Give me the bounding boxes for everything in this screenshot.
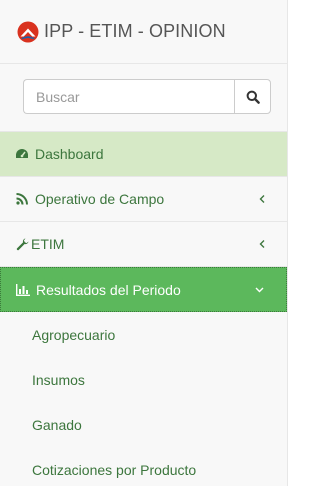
chevron-down-icon (255, 287, 264, 293)
brand-header[interactable]: IPP - ETIM - OPINION (0, 0, 287, 64)
sidebar-menu: Dashboard Operativo de Campo ETIM Result… (0, 132, 287, 312)
wrench-icon (15, 237, 29, 251)
search-input[interactable] (23, 79, 234, 114)
chevron-left-icon (259, 240, 265, 249)
sidebar-item-dashboard[interactable]: Dashboard (0, 132, 287, 177)
brand-title: IPP - ETIM - OPINION (44, 21, 226, 41)
brand-logo-icon (17, 21, 39, 42)
search-button[interactable] (234, 79, 271, 114)
search-area (0, 64, 287, 132)
sidebar-item-label: Operativo de Campo (35, 191, 165, 207)
chevron-left-icon (259, 195, 265, 204)
sidebar-item-etim[interactable]: ETIM (0, 222, 287, 267)
bar-chart-icon (16, 283, 30, 297)
dashboard-icon (15, 147, 29, 161)
rss-icon (15, 192, 29, 206)
sidebar: IPP - ETIM - OPINION Dashboard (0, 0, 288, 486)
sidebar-item-label: Resultados del Periodo (36, 281, 181, 298)
submenu-item-agropecuario[interactable]: Agropecuario (0, 312, 287, 357)
sidebar-item-label: Dashboard (35, 146, 104, 162)
search-icon (246, 90, 260, 104)
sidebar-item-operativo-de-campo[interactable]: Operativo de Campo (0, 177, 287, 222)
search-group (23, 79, 271, 114)
sidebar-item-resultados-del-periodo[interactable]: Resultados del Periodo (0, 267, 287, 312)
submenu-resultados: Agropecuario Insumos Ganado Cotizaciones… (0, 312, 287, 492)
submenu-item-ganado[interactable]: Ganado (0, 402, 287, 447)
sidebar-item-label: ETIM (31, 236, 65, 252)
submenu-item-cotizaciones-por-producto[interactable]: Cotizaciones por Producto (0, 447, 287, 492)
submenu-item-insumos[interactable]: Insumos (0, 357, 287, 402)
